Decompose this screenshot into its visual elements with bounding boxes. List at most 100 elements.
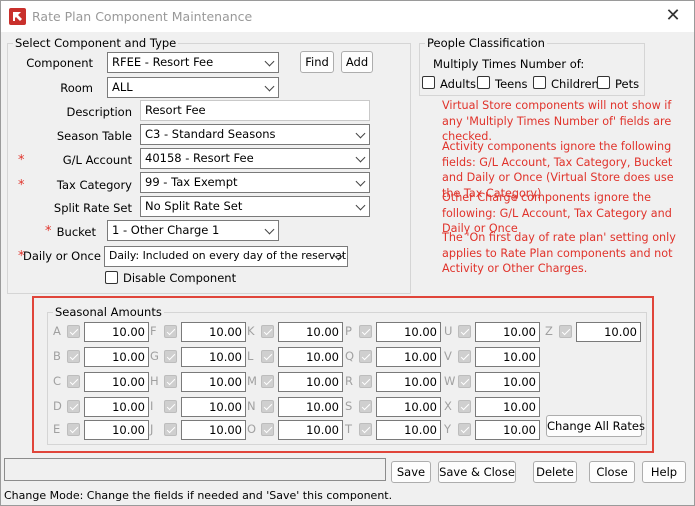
split-rate-set-value: No Split Rate Set	[145, 199, 243, 213]
window-close-button[interactable]: ✕	[658, 5, 688, 27]
season-checkbox[interactable]	[359, 325, 372, 338]
season-letter: F	[150, 324, 157, 338]
season-amount-input[interactable]: 10.00	[475, 322, 540, 342]
children-label: Children	[551, 77, 599, 91]
season-checkbox[interactable]	[164, 350, 177, 363]
help-button[interactable]: Help	[642, 461, 686, 483]
season-amount-input[interactable]: 10.00	[278, 347, 343, 367]
pets-checkbox[interactable]	[597, 76, 610, 89]
season-amount-input[interactable]: 10.00	[84, 397, 149, 417]
season-table-label: Season Table	[56, 129, 132, 143]
find-button[interactable]: Find	[300, 51, 334, 73]
season-checkbox[interactable]	[359, 375, 372, 388]
season-amount-input[interactable]: 10.00	[475, 420, 540, 440]
chevron-down-icon	[355, 128, 366, 139]
close-button[interactable]: Close	[589, 461, 635, 483]
season-checkbox[interactable]	[261, 400, 274, 413]
season-checkbox[interactable]	[261, 325, 274, 338]
season-letter: K	[247, 324, 255, 338]
component-select[interactable]: RFEE - Resort Fee	[107, 52, 279, 73]
season-amount-input[interactable]: 10.00	[181, 322, 246, 342]
disable-component-checkbox[interactable]	[105, 271, 118, 284]
season-amount-input[interactable]: 10.00	[278, 397, 343, 417]
season-amount-input[interactable]: 10.00	[181, 372, 246, 392]
select-component-legend: Select Component and Type	[15, 36, 177, 50]
season-letter: R	[345, 374, 353, 388]
season-amount-input[interactable]: 10.00	[376, 347, 441, 367]
season-amount-input[interactable]: 10.00	[181, 347, 246, 367]
season-checkbox[interactable]	[559, 325, 572, 338]
season-checkbox[interactable]	[458, 325, 471, 338]
season-checkbox[interactable]	[458, 350, 471, 363]
description-value: Resort Fee	[145, 103, 206, 117]
season-checkbox[interactable]	[67, 350, 80, 363]
season-amount-input[interactable]: 10.00	[84, 372, 149, 392]
season-letter: J	[150, 422, 154, 436]
season-amount-input[interactable]: 10.00	[181, 420, 246, 440]
tax-category-select[interactable]: 99 - Tax Exempt	[140, 172, 370, 193]
season-letter: H	[150, 374, 159, 388]
daily-or-once-select[interactable]: Daily: Included on every day of the rese…	[104, 246, 348, 267]
bucket-select[interactable]: 1 - Other Charge 1	[107, 220, 279, 241]
gl-account-select[interactable]: 40158 - Resort Fee	[140, 148, 370, 169]
season-checkbox[interactable]	[458, 423, 471, 436]
season-letter: N	[247, 399, 256, 413]
season-amount-input[interactable]: 10.00	[376, 322, 441, 342]
season-checkbox[interactable]	[164, 325, 177, 338]
season-checkbox[interactable]	[164, 423, 177, 436]
seasonal-amounts-legend: Seasonal Amounts	[55, 305, 162, 319]
season-amount-input[interactable]: 10.00	[278, 322, 343, 342]
season-amount-input[interactable]: 10.00	[278, 372, 343, 392]
room-select[interactable]: ALL	[107, 77, 279, 98]
season-letter: I	[150, 399, 154, 413]
pets-label: Pets	[615, 77, 640, 91]
season-amount-input[interactable]: 10.00	[475, 397, 540, 417]
delete-button[interactable]: Delete	[533, 461, 577, 483]
season-checkbox[interactable]	[67, 375, 80, 388]
season-table-select[interactable]: C3 - Standard Seasons	[140, 124, 370, 145]
gl-account-value: 40158 - Resort Fee	[145, 151, 254, 165]
season-checkbox[interactable]	[261, 350, 274, 363]
season-amount-input[interactable]: 10.00	[475, 347, 540, 367]
season-checkbox[interactable]	[261, 423, 274, 436]
season-checkbox[interactable]	[458, 400, 471, 413]
season-checkbox[interactable]	[164, 400, 177, 413]
season-amount-input[interactable]: 10.00	[181, 397, 246, 417]
season-amount-input[interactable]: 10.00	[376, 372, 441, 392]
add-button[interactable]: Add	[341, 51, 373, 73]
season-checkbox[interactable]	[67, 325, 80, 338]
gl-account-label: G/L Account	[62, 153, 132, 167]
description-input[interactable]: Resort Fee	[140, 100, 370, 121]
season-amount-input[interactable]: 10.00	[84, 420, 149, 440]
season-letter: Q	[345, 349, 355, 363]
chevron-down-icon	[355, 152, 366, 163]
status-text: Change Mode: Change the fields if needed…	[4, 489, 393, 502]
season-amount-input[interactable]: 10.00	[84, 322, 149, 342]
season-amount-input[interactable]: 10.00	[278, 420, 343, 440]
tax-category-label: Tax Category	[56, 178, 132, 192]
season-letter: P	[345, 324, 352, 338]
season-checkbox[interactable]	[164, 375, 177, 388]
season-checkbox[interactable]	[359, 400, 372, 413]
season-checkbox[interactable]	[458, 375, 471, 388]
room-label: Room	[60, 81, 93, 95]
adults-checkbox[interactable]	[422, 76, 435, 89]
change-all-rates-button[interactable]: Change All Rates	[546, 415, 645, 437]
season-amount-input[interactable]: 10.00	[84, 347, 149, 367]
season-amount-input[interactable]: 10.00	[376, 420, 441, 440]
season-checkbox[interactable]	[359, 423, 372, 436]
season-checkbox[interactable]	[67, 423, 80, 436]
adults-label: Adults	[440, 77, 476, 91]
split-rate-set-select[interactable]: No Split Rate Set	[140, 196, 370, 217]
children-checkbox[interactable]	[533, 76, 546, 89]
season-amount-input[interactable]: 10.00	[376, 397, 441, 417]
season-checkbox[interactable]	[261, 375, 274, 388]
season-amount-input[interactable]: 10.00	[475, 372, 540, 392]
teens-checkbox[interactable]	[477, 76, 490, 89]
season-amount-input[interactable]: 10.00	[576, 322, 641, 342]
season-letter: U	[444, 324, 453, 338]
season-checkbox[interactable]	[359, 350, 372, 363]
save-and-close-button[interactable]: Save & Close	[438, 461, 516, 483]
save-button[interactable]: Save	[391, 461, 431, 483]
season-checkbox[interactable]	[67, 400, 80, 413]
